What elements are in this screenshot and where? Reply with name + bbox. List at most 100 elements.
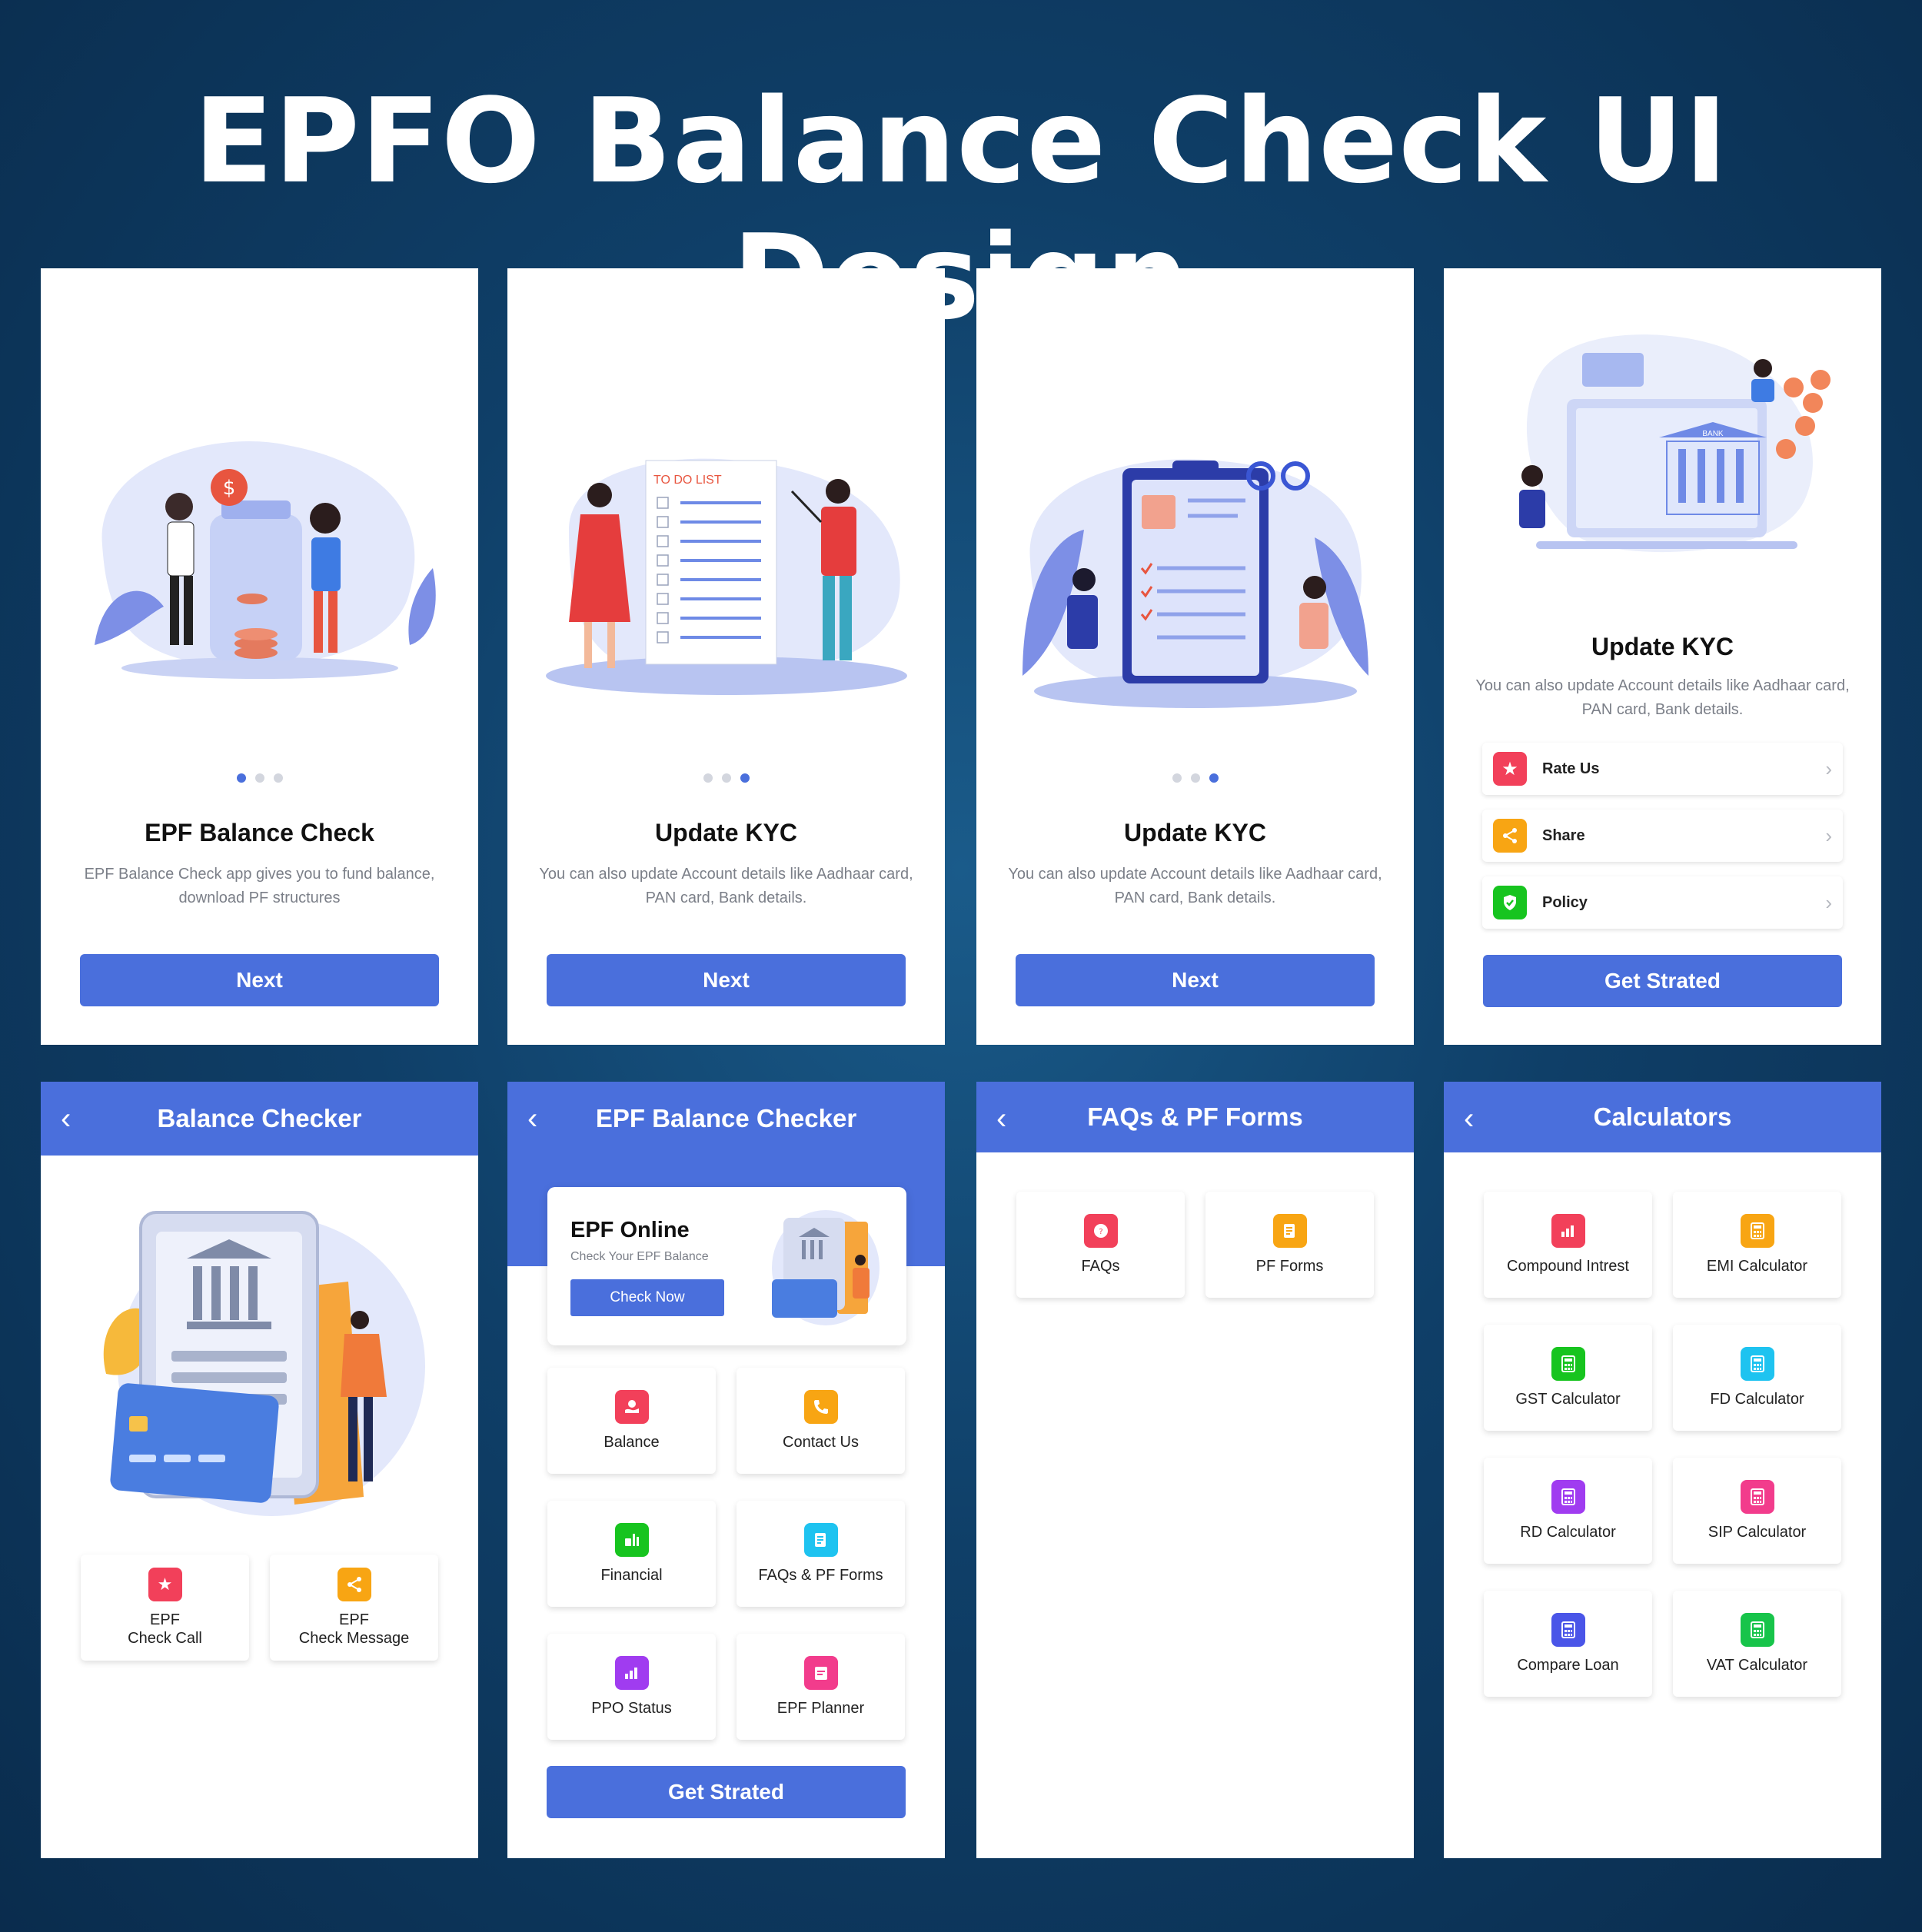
tile-label: EMI Calculator	[1706, 1258, 1808, 1275]
tile-faqs[interactable]: ? FAQs	[1016, 1192, 1185, 1298]
calculator-icon	[1551, 1480, 1585, 1514]
faq-icon: ?	[1083, 1214, 1118, 1248]
online-banking-illustration: BANK	[1519, 334, 1831, 553]
next-button[interactable]: Next	[80, 954, 439, 1006]
savings-jar-illustration: $	[95, 441, 436, 679]
phone-icon	[803, 1390, 838, 1424]
calculator-icon	[1740, 1347, 1774, 1381]
card-title: EPF Online	[570, 1218, 690, 1242]
card-subtitle: Check Your EPF Balance	[570, 1250, 709, 1263]
calculators-screen: ‹ Calculators Compound Intrest EMI Calcul…	[1444, 1082, 1881, 1858]
back-arrow-icon[interactable]: ‹	[61, 1100, 71, 1137]
menu-item-label: Policy	[1542, 893, 1588, 911]
back-arrow-icon[interactable]: ‹	[996, 1100, 1006, 1137]
app-bar: ‹ Calculators	[1444, 1082, 1881, 1152]
tile-label: Financial	[600, 1567, 663, 1584]
tile-label: EPF Check Message	[299, 1611, 409, 1648]
tile-vat-calculator[interactable]: VAT Calculator	[1673, 1591, 1841, 1697]
tile-faqs-pf-forms[interactable]: FAQs & PF Forms	[737, 1501, 905, 1607]
planner-icon	[803, 1656, 838, 1690]
get-started-button[interactable]: Get Strated	[547, 1766, 906, 1818]
page-indicator	[976, 773, 1414, 783]
tile-label-line: EPF	[150, 1611, 180, 1628]
tile-label: FD Calculator	[1710, 1391, 1804, 1408]
epf-online-card: EPF Online Check Your EPF Balance Check …	[547, 1187, 906, 1345]
tile-gst-calculator[interactable]: GST Calculator	[1484, 1325, 1652, 1431]
menu-item-rate-us[interactable]: ★ Rate Us ›	[1482, 743, 1843, 795]
onboarding-description: EPF Balance Check app gives you to fund …	[84, 866, 435, 906]
form-icon	[803, 1523, 838, 1557]
next-button[interactable]: Next	[547, 954, 906, 1006]
tile-label: VAT Calculator	[1706, 1657, 1808, 1674]
tile-ppo-status[interactable]: PPO Status	[547, 1634, 716, 1740]
app-bar-title: FAQs & PF Forms	[1087, 1102, 1303, 1131]
tile-fd-calculator[interactable]: FD Calculator	[1673, 1325, 1841, 1431]
onboarding-title: EPF Balance Check	[145, 819, 374, 846]
app-bar: ‹ Balance Checker	[41, 1082, 478, 1156]
chevron-right-icon: ›	[1825, 823, 1832, 847]
page-dot	[740, 773, 750, 783]
share-icon	[337, 1568, 371, 1601]
onboarding-screen-1: $ EPF Balance Check EPF Balance Check ap…	[41, 268, 478, 1045]
finance-icon	[614, 1523, 649, 1557]
tile-compound-intrest[interactable]: Compound Intrest	[1484, 1192, 1652, 1298]
tile-sip-calculator[interactable]: SIP Calculator	[1673, 1458, 1841, 1564]
tile-pf-forms[interactable]: PF Forms	[1205, 1192, 1374, 1298]
tile-label: PPO Status	[591, 1700, 672, 1717]
tile-label: PF Forms	[1255, 1258, 1324, 1275]
chevron-right-icon: ›	[1825, 757, 1832, 780]
balance-checker-screen: ‹ Balance Checker ★ EPF Check Call EPF C…	[41, 1082, 478, 1858]
tile-label-line: Check Message	[298, 1630, 410, 1647]
page-dot	[1172, 773, 1182, 783]
back-arrow-icon[interactable]: ‹	[1464, 1100, 1474, 1137]
menu-item-share[interactable]: Share ›	[1482, 810, 1843, 862]
bank-card-illustration	[772, 1210, 880, 1325]
epf-balance-checker-screen: ‹ EPF Balance Checker EPF Online Check Y…	[507, 1082, 945, 1858]
page-dot	[1209, 773, 1219, 783]
tile-epf-planner[interactable]: EPF Planner	[737, 1634, 905, 1740]
tile-contact-us[interactable]: Contact Us	[737, 1368, 905, 1474]
svg-text:?: ?	[1099, 1228, 1102, 1236]
svg-text:$: $	[223, 477, 236, 500]
tile-label: Compound Intrest	[1507, 1258, 1629, 1275]
tile-label: EPF Planner	[776, 1700, 865, 1717]
tile-label: FAQs	[1081, 1258, 1120, 1275]
app-bar-title: Balance Checker	[157, 1104, 362, 1132]
app-bar: ‹ FAQs & PF Forms	[976, 1082, 1414, 1152]
tile-epf-check-message[interactable]: EPF Check Message	[270, 1555, 438, 1661]
tile-epf-check-call[interactable]: ★ EPF Check Call	[81, 1555, 249, 1661]
wallet-icon	[614, 1390, 649, 1424]
menu-item-label: Rate Us	[1542, 760, 1600, 777]
tile-label: Balance	[604, 1434, 660, 1451]
calculator-icon	[1551, 1347, 1585, 1381]
back-arrow-icon[interactable]: ‹	[527, 1100, 537, 1137]
tile-label-line: Check Call	[128, 1630, 202, 1647]
onboarding-title: Update KYC	[1124, 819, 1266, 846]
page-dot	[721, 773, 731, 783]
onboarding-description: You can also update Account details like…	[1475, 677, 1850, 718]
page-dot	[703, 773, 713, 783]
bank-card-illustration	[103, 1211, 425, 1516]
app-bar-title: Calculators	[1593, 1102, 1732, 1131]
onboarding-description: You can also update Account details like…	[539, 866, 913, 906]
tile-balance[interactable]: Balance	[547, 1368, 716, 1474]
kyc-clipboard-illustration	[1023, 459, 1368, 708]
tile-label: FAQs & PF Forms	[758, 1567, 883, 1584]
kyc-menu-screen: BANK Update KYC You can also update Acco…	[1444, 268, 1881, 1045]
get-started-button[interactable]: Get Strated	[1483, 955, 1842, 1007]
star-icon: ★	[1493, 752, 1527, 786]
chart-icon	[614, 1656, 649, 1690]
tile-emi-calculator[interactable]: EMI Calculator	[1673, 1192, 1841, 1298]
onboarding-screen-2: TO DO LIST Update KYC You can also updat…	[507, 268, 945, 1045]
tile-financial[interactable]: Financial	[547, 1501, 716, 1607]
tile-compare-loan[interactable]: Compare Loan	[1484, 1591, 1652, 1697]
menu-item-policy[interactable]: Policy ›	[1482, 876, 1843, 929]
app-bar-title: EPF Balance Checker	[595, 1104, 857, 1132]
shield-icon	[1493, 886, 1527, 919]
tile-rd-calculator[interactable]: RD Calculator	[1484, 1458, 1652, 1564]
tile-label: RD Calculator	[1520, 1524, 1616, 1541]
next-button[interactable]: Next	[1016, 954, 1375, 1006]
star-icon: ★	[148, 1568, 182, 1601]
form-icon	[1272, 1214, 1307, 1248]
check-now-button[interactable]: Check Now	[570, 1279, 724, 1316]
